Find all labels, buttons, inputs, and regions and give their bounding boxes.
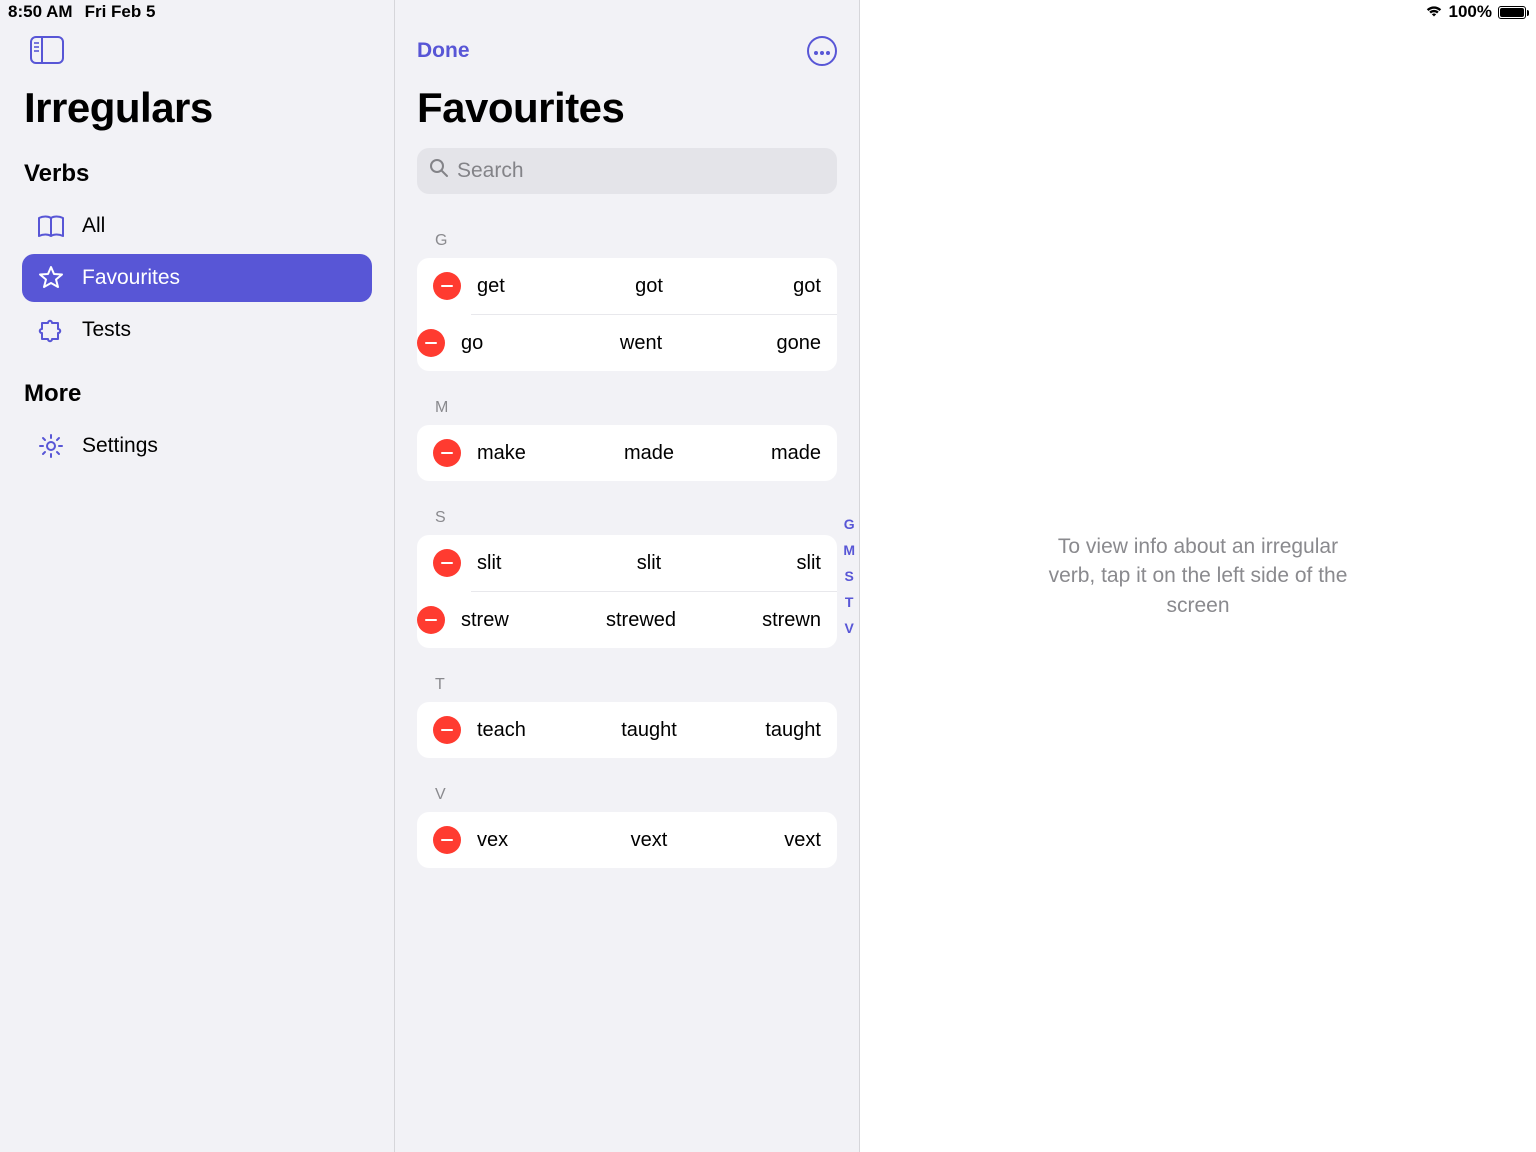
sidebar-item-label: All — [82, 214, 105, 238]
verb-participle: got — [706, 275, 821, 298]
search-bar[interactable] — [417, 148, 837, 194]
verb-past: taught — [592, 719, 707, 742]
delete-button[interactable] — [433, 439, 461, 467]
section-index[interactable]: GMSTV — [843, 516, 855, 636]
delete-button[interactable] — [433, 272, 461, 300]
verb-base: strew — [461, 609, 581, 632]
verb-past: slit — [592, 552, 707, 575]
verb-past: vext — [592, 829, 707, 852]
group-header: M — [435, 399, 837, 417]
verb-participle: taught — [706, 719, 821, 742]
star-icon — [36, 266, 66, 290]
verb-base: slit — [477, 552, 592, 575]
delete-button[interactable] — [433, 549, 461, 577]
verb-past: made — [592, 442, 707, 465]
delete-button[interactable] — [417, 606, 445, 634]
group-card: getgotgotgowentgone — [417, 258, 837, 371]
index-letter[interactable]: S — [844, 568, 853, 584]
verb-participle: strewn — [701, 609, 821, 632]
index-letter[interactable]: M — [843, 542, 855, 558]
book-open-icon — [36, 214, 66, 238]
sidebar-item-tests[interactable]: Tests — [22, 306, 372, 354]
puzzle-icon — [36, 318, 66, 342]
page-title: Favourites — [417, 84, 837, 132]
done-button[interactable]: Done — [417, 39, 470, 63]
sidebar-item-settings[interactable]: Settings — [22, 422, 372, 470]
verb-base: go — [461, 332, 581, 355]
group-card: teachtaughttaught — [417, 702, 837, 758]
verb-past: strewed — [581, 609, 701, 632]
verb-participle: vext — [706, 829, 821, 852]
verb-base: make — [477, 442, 592, 465]
group-card: vexvextvext — [417, 812, 837, 868]
search-icon — [429, 158, 449, 184]
more-button[interactable] — [807, 36, 837, 66]
verb-row[interactable]: gowentgone — [471, 314, 837, 371]
detail-pane: To view info about an irregular verb, ta… — [860, 0, 1536, 1152]
delete-button[interactable] — [433, 716, 461, 744]
sidebar: Irregulars Verbs All Favourites Tests More Se… — [0, 0, 395, 1152]
verb-row[interactable]: makemademade — [417, 425, 837, 481]
delete-button[interactable] — [433, 826, 461, 854]
verb-row[interactable]: vexvextvext — [417, 812, 837, 868]
delete-button[interactable] — [417, 329, 445, 357]
search-input[interactable] — [457, 159, 825, 183]
verb-participle: gone — [701, 332, 821, 355]
sidebar-item-label: Favourites — [82, 266, 180, 290]
sidebar-item-label: Settings — [82, 434, 158, 458]
favourites-pane: Done Favourites GgetgotgotgowentgoneMmak… — [395, 0, 860, 1152]
verb-row[interactable]: teachtaughttaught — [417, 702, 837, 758]
sidebar-item-favourites[interactable]: Favourites — [22, 254, 372, 302]
group-header: G — [435, 232, 837, 250]
verb-base: get — [477, 275, 592, 298]
verb-participle: made — [706, 442, 821, 465]
verb-row[interactable]: strewstrewedstrewn — [471, 591, 837, 648]
favourites-list[interactable]: GgetgotgotgowentgoneMmakemademadeSslitsl… — [395, 204, 859, 1152]
sidebar-toggle-icon[interactable] — [30, 36, 64, 64]
app-title: Irregulars — [24, 84, 372, 132]
detail-placeholder: To view info about an irregular verb, ta… — [1048, 532, 1348, 620]
sidebar-item-label: Tests — [82, 318, 131, 342]
verb-participle: slit — [706, 552, 821, 575]
section-label: Verbs — [24, 160, 372, 188]
sidebar-item-all[interactable]: All — [22, 202, 372, 250]
index-letter[interactable]: G — [844, 516, 855, 532]
verb-past: got — [592, 275, 707, 298]
verb-base: teach — [477, 719, 592, 742]
group-header: T — [435, 676, 837, 694]
index-letter[interactable]: T — [845, 594, 854, 610]
verb-base: vex — [477, 829, 592, 852]
verb-past: went — [581, 332, 701, 355]
section-label: More — [24, 380, 372, 408]
verb-row[interactable]: getgotgot — [417, 258, 837, 314]
verb-row[interactable]: slitslitslit — [417, 535, 837, 591]
group-header: V — [435, 786, 837, 804]
gear-icon — [36, 434, 66, 458]
group-header: S — [435, 509, 837, 527]
index-letter[interactable]: V — [844, 620, 853, 636]
group-card: slitslitslitstrewstrewedstrewn — [417, 535, 837, 648]
group-card: makemademade — [417, 425, 837, 481]
ellipsis-icon — [814, 42, 830, 60]
